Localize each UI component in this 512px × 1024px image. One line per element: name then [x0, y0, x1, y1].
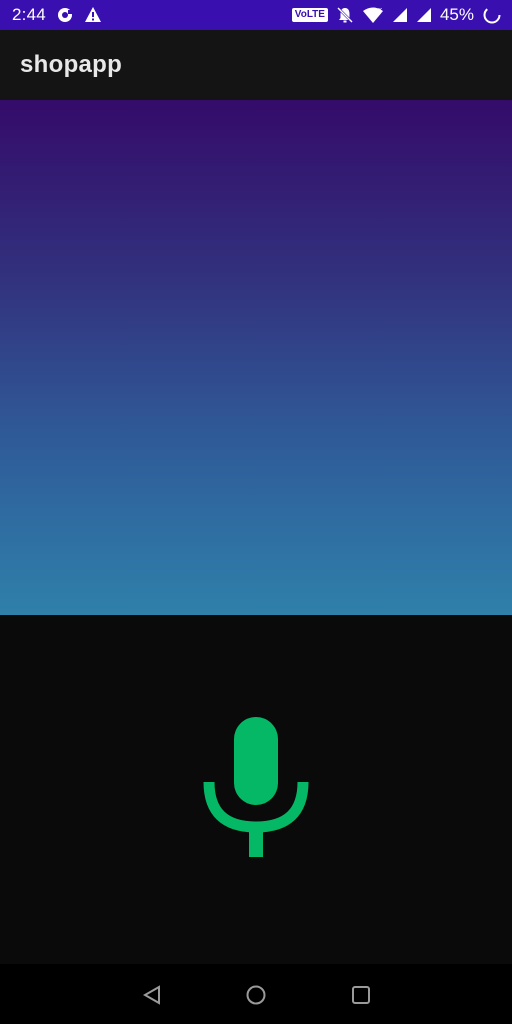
battery-saver-icon	[482, 5, 502, 25]
status-right: VoLTE x 45%	[291, 0, 502, 30]
status-time: 2:44	[12, 5, 46, 24]
sync-icon	[56, 6, 74, 24]
navigation-bar	[0, 964, 512, 1024]
app-bar: shopapp	[0, 30, 512, 100]
status-bar: 2:44 VoLTE x 45%	[0, 0, 512, 30]
signal-icon	[392, 7, 408, 23]
volte-icon: VoLTE	[291, 8, 328, 22]
wifi-icon: x	[362, 6, 384, 24]
app-title: shopapp	[20, 51, 123, 78]
battery-percent: 45%	[439, 5, 474, 24]
signal-icon	[416, 7, 432, 23]
microphone-button[interactable]	[196, 715, 316, 860]
mute-icon	[336, 6, 354, 24]
svg-text:x: x	[378, 6, 382, 14]
back-button[interactable]	[139, 982, 165, 1008]
recents-button[interactable]	[348, 982, 374, 1008]
microphone-icon	[203, 717, 309, 857]
back-icon	[142, 985, 160, 1005]
status-left: 2:44	[12, 0, 102, 30]
gradient-panel	[0, 100, 512, 615]
home-icon	[246, 985, 266, 1005]
warning-icon	[84, 6, 102, 24]
voice-input-area	[0, 615, 512, 964]
recents-icon	[352, 986, 370, 1004]
app-screen: 2:44 VoLTE x 45% shopapp	[0, 0, 512, 1024]
home-button[interactable]	[243, 982, 269, 1008]
